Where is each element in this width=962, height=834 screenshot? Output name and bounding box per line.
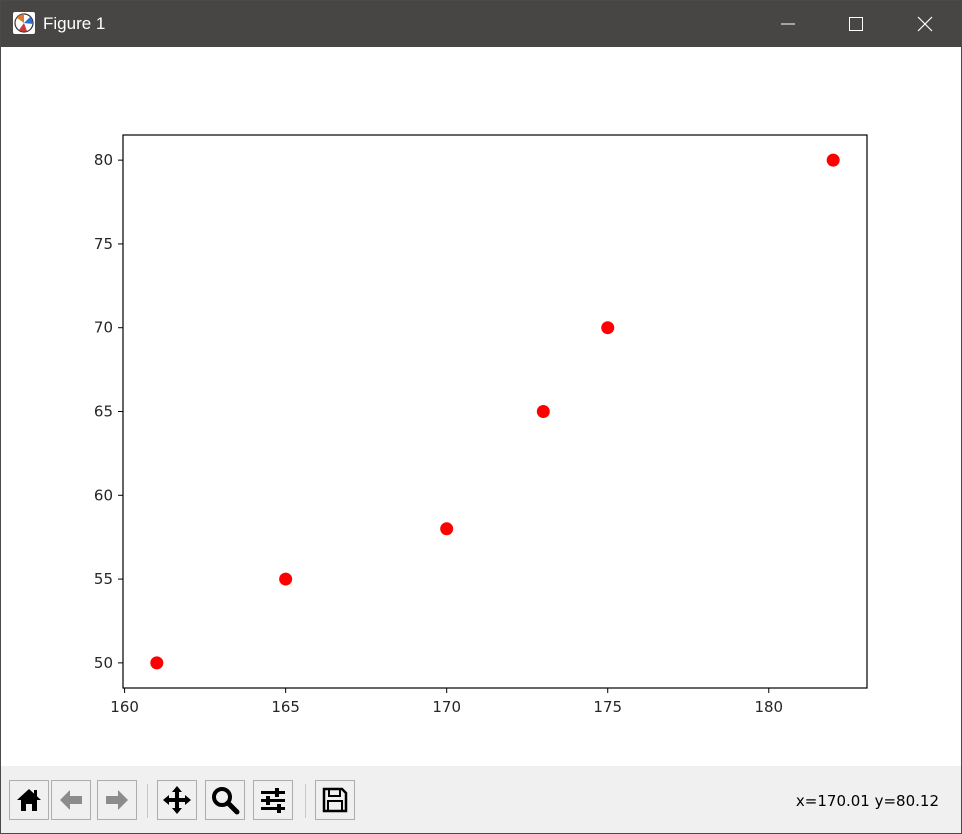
configure-subplots-button[interactable]	[253, 780, 293, 820]
x-tick-label: 165	[271, 698, 300, 716]
toolbar-separator	[305, 784, 306, 818]
y-tick-label: 50	[94, 654, 113, 672]
figure-window: Figure 1 160 165 170 175 180 50 55 60 65 70 75 80	[0, 0, 962, 834]
x-tick-label: 175	[593, 698, 622, 716]
data-point	[150, 656, 164, 670]
scatter-plot[interactable]: 160 165 170 175 180 50 55 60 65 70 75 80	[1, 47, 961, 766]
forward-button[interactable]	[97, 780, 137, 820]
data-point	[440, 522, 454, 536]
home-icon	[17, 789, 41, 811]
app-icon	[13, 12, 35, 34]
save-button[interactable]	[315, 780, 355, 820]
navigation-toolbar: x=170.01 y=80.12	[1, 766, 961, 833]
y-tick-label: 60	[94, 486, 113, 504]
data-point	[826, 153, 840, 167]
y-tick-label: 75	[94, 235, 113, 253]
figure-canvas[interactable]: 160 165 170 175 180 50 55 60 65 70 75 80	[1, 47, 961, 766]
axes-frame	[122, 134, 868, 689]
zoom-button[interactable]	[205, 780, 245, 820]
data-point	[279, 572, 293, 586]
close-button[interactable]	[894, 1, 956, 47]
floppy-disk-icon	[322, 787, 348, 813]
forward-arrow-icon	[106, 790, 128, 810]
move-icon	[163, 786, 191, 814]
magnifier-icon	[212, 787, 240, 815]
window-title: Figure 1	[43, 14, 106, 33]
maximize-icon	[849, 17, 863, 31]
close-icon	[917, 16, 933, 32]
y-tick-label: 55	[94, 570, 113, 588]
x-tick-label: 160	[110, 698, 139, 716]
x-tick-label: 180	[754, 698, 783, 716]
y-tick-label: 70	[94, 319, 113, 337]
minimize-icon	[781, 23, 795, 25]
title-bar[interactable]: Figure 1	[1, 1, 961, 47]
data-point	[536, 405, 550, 418]
y-tick-label: 65	[94, 403, 113, 421]
toolbar-separator	[147, 784, 148, 818]
y-tick-label: 80	[94, 151, 113, 169]
cursor-coordinates: x=170.01 y=80.12	[795, 792, 939, 810]
sliders-icon	[261, 788, 285, 813]
data-point	[601, 321, 615, 335]
maximize-button[interactable]	[825, 1, 887, 47]
x-tick-label: 170	[432, 698, 461, 716]
home-button[interactable]	[9, 780, 49, 820]
back-arrow-icon	[60, 790, 82, 810]
pan-button[interactable]	[157, 780, 197, 820]
back-button[interactable]	[51, 780, 91, 820]
minimize-button[interactable]	[757, 1, 819, 47]
